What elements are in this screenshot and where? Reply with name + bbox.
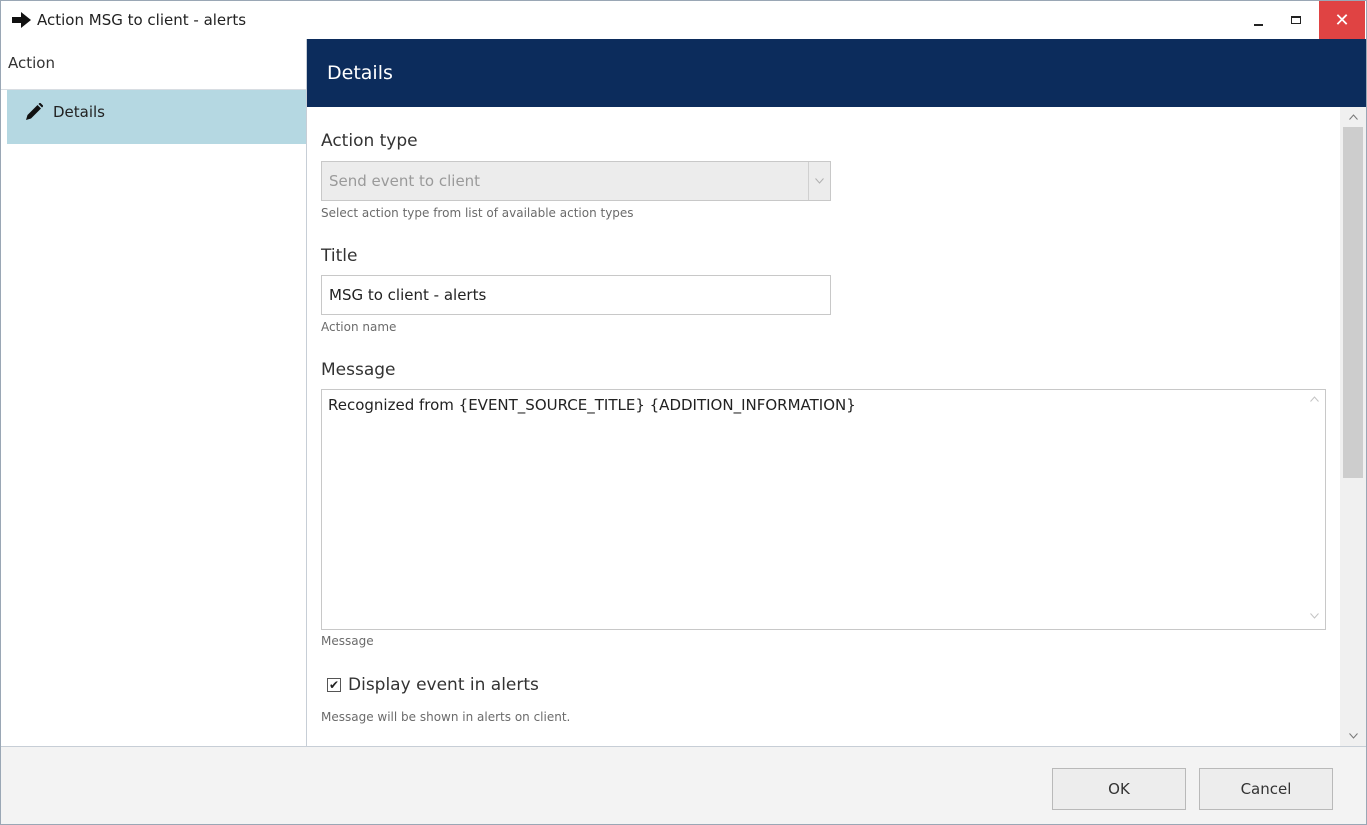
- title-label: Title: [321, 246, 358, 266]
- scrollbar-thumb[interactable]: [1343, 127, 1363, 478]
- title-bar[interactable]: Action MSG to client - alerts ✕: [1, 1, 1366, 39]
- action-type-value: Send event to client: [329, 172, 481, 190]
- window-title: Action MSG to client - alerts: [37, 11, 247, 29]
- maximize-icon: [1291, 16, 1301, 24]
- scroll-up-icon[interactable]: [1340, 107, 1366, 127]
- message-label: Message: [321, 360, 396, 380]
- cancel-button[interactable]: Cancel: [1199, 768, 1333, 810]
- details-panel: Details Action type Send event to client…: [307, 39, 1366, 746]
- scroll-down-icon[interactable]: [1340, 726, 1366, 746]
- close-icon: ✕: [1334, 9, 1350, 31]
- maximize-button[interactable]: [1279, 1, 1313, 39]
- scroll-down-icon[interactable]: [1307, 611, 1321, 625]
- minimize-button[interactable]: [1241, 1, 1275, 39]
- details-form: Action type Send event to client Select …: [307, 107, 1340, 746]
- dialog-window: Action MSG to client - alerts ✕ Action D…: [0, 0, 1367, 825]
- close-button[interactable]: ✕: [1319, 1, 1365, 39]
- scroll-up-icon[interactable]: [1307, 394, 1321, 408]
- minimize-icon: [1253, 24, 1263, 26]
- message-textarea-value: Recognized from {EVENT_SOURCE_TITLE} {AD…: [328, 396, 856, 414]
- action-type-select[interactable]: Send event to client: [321, 161, 831, 201]
- title-field-value: MSG to client - alerts: [329, 286, 487, 304]
- page-title: Details: [307, 39, 1366, 107]
- display-in-alerts-row[interactable]: ✔ Display event in alerts: [327, 675, 539, 695]
- sidebar-item-details[interactable]: Details: [7, 90, 306, 144]
- dialog-footer: OK Cancel: [1, 746, 1366, 824]
- title-field[interactable]: MSG to client - alerts: [321, 275, 831, 315]
- ok-button[interactable]: OK: [1052, 768, 1186, 810]
- message-hint: Message: [321, 634, 374, 648]
- pencil-icon: [26, 103, 43, 120]
- sidebar-item-label: Details: [53, 103, 106, 121]
- display-in-alerts-hint: Message will be shown in alerts on clien…: [321, 710, 571, 724]
- display-in-alerts-label[interactable]: Display event in alerts: [348, 675, 539, 695]
- display-in-alerts-checkbox[interactable]: ✔: [327, 678, 341, 692]
- action-type-label: Action type: [321, 131, 418, 151]
- checkmark-icon: ✔: [328, 678, 340, 692]
- message-textarea[interactable]: Recognized from {EVENT_SOURCE_TITLE} {AD…: [321, 389, 1326, 630]
- vertical-scrollbar[interactable]: [1340, 107, 1366, 746]
- action-type-hint: Select action type from list of availabl…: [321, 206, 634, 220]
- arrow-right-icon: [12, 12, 31, 28]
- chevron-down-icon: [808, 162, 830, 200]
- sidebar: Action Details: [1, 39, 307, 746]
- sidebar-header: Action: [1, 39, 306, 90]
- title-hint: Action name: [321, 320, 397, 334]
